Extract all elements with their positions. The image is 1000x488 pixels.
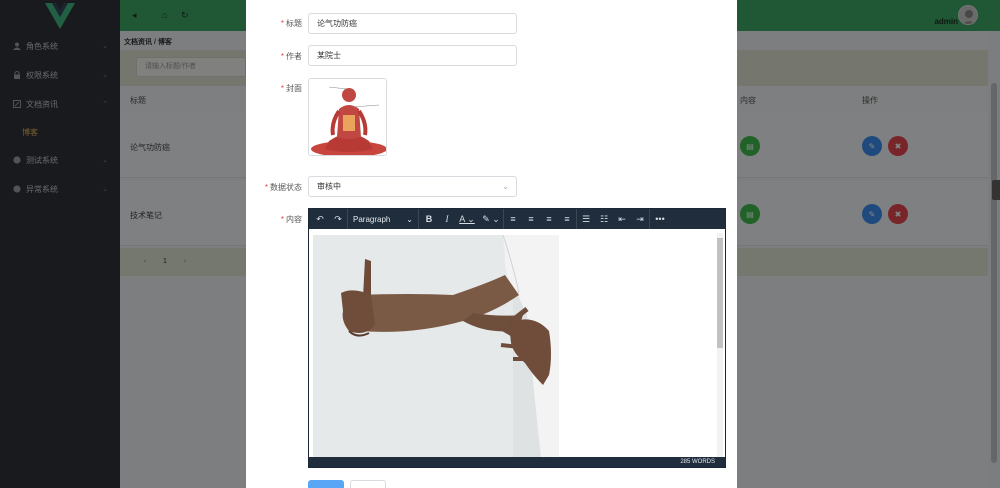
editor-statusbar: 285 WORDS: [309, 457, 725, 467]
content-label: * 内容: [280, 215, 302, 224]
highlight-color-icon[interactable]: ✎ ⌄: [479, 209, 503, 229]
numbered-list-icon[interactable]: ☷: [595, 209, 613, 229]
editor-scrollbar[interactable]: [717, 233, 723, 459]
italic-icon[interactable]: I: [439, 209, 455, 229]
editor-toolbar: ↶ ↷ Paragraph ⌄ B I A ⌄ ✎ ⌄ ≡ ≡ ≡ ≡ ☰ ☷ …: [309, 209, 725, 229]
align-center-icon[interactable]: ≡: [522, 209, 540, 229]
align-right-icon[interactable]: ≡: [540, 209, 558, 229]
cover-image-upload[interactable]: [308, 78, 387, 156]
text-color-icon[interactable]: A ⌄: [455, 209, 479, 229]
word-count: 285 WORDS: [680, 459, 715, 465]
more-options-icon[interactable]: •••: [650, 209, 670, 229]
edit-dialog: * 标题 论气功防癌 * 作者 某院士 * 封面 * 数据状态 审核中 ⌄ * 内容 ↶ …: [246, 0, 737, 488]
title-input[interactable]: 论气功防癌: [308, 13, 517, 34]
author-label: * 作者: [280, 52, 302, 61]
editor-scrollbar-thumb[interactable]: [717, 238, 723, 348]
undo-icon[interactable]: ↶: [311, 209, 329, 229]
cover-thumbnail-image: [309, 79, 386, 155]
align-left-icon[interactable]: ≡: [504, 209, 522, 229]
cancel-button[interactable]: [350, 480, 386, 488]
bold-icon[interactable]: B: [419, 209, 439, 229]
author-input[interactable]: 某院士: [308, 45, 517, 66]
align-justify-icon[interactable]: ≡: [558, 209, 576, 229]
rich-text-editor[interactable]: ↶ ↷ Paragraph ⌄ B I A ⌄ ✎ ⌄ ≡ ≡ ≡ ≡ ☰ ☷ …: [308, 208, 726, 468]
indent-icon[interactable]: ⇥: [631, 209, 649, 229]
redo-icon[interactable]: ↷: [329, 209, 347, 229]
side-handle[interactable]: [992, 180, 1000, 200]
cover-label: * 封面: [280, 84, 302, 93]
status-select[interactable]: 审核中 ⌄: [308, 176, 517, 197]
status-label: * 数据状态: [264, 183, 302, 192]
bullet-list-icon[interactable]: ☰: [577, 209, 595, 229]
chevron-down-icon: ⌄: [502, 182, 509, 191]
status-select-value: 审核中: [317, 182, 341, 191]
paragraph-format-dropdown[interactable]: Paragraph ⌄: [348, 209, 418, 229]
title-label: * 标题: [280, 19, 302, 28]
outdent-icon[interactable]: ⇤: [613, 209, 631, 229]
content-photo: [313, 235, 559, 458]
chevron-down-icon: ⌄: [406, 214, 413, 224]
confirm-button[interactable]: [308, 480, 344, 488]
